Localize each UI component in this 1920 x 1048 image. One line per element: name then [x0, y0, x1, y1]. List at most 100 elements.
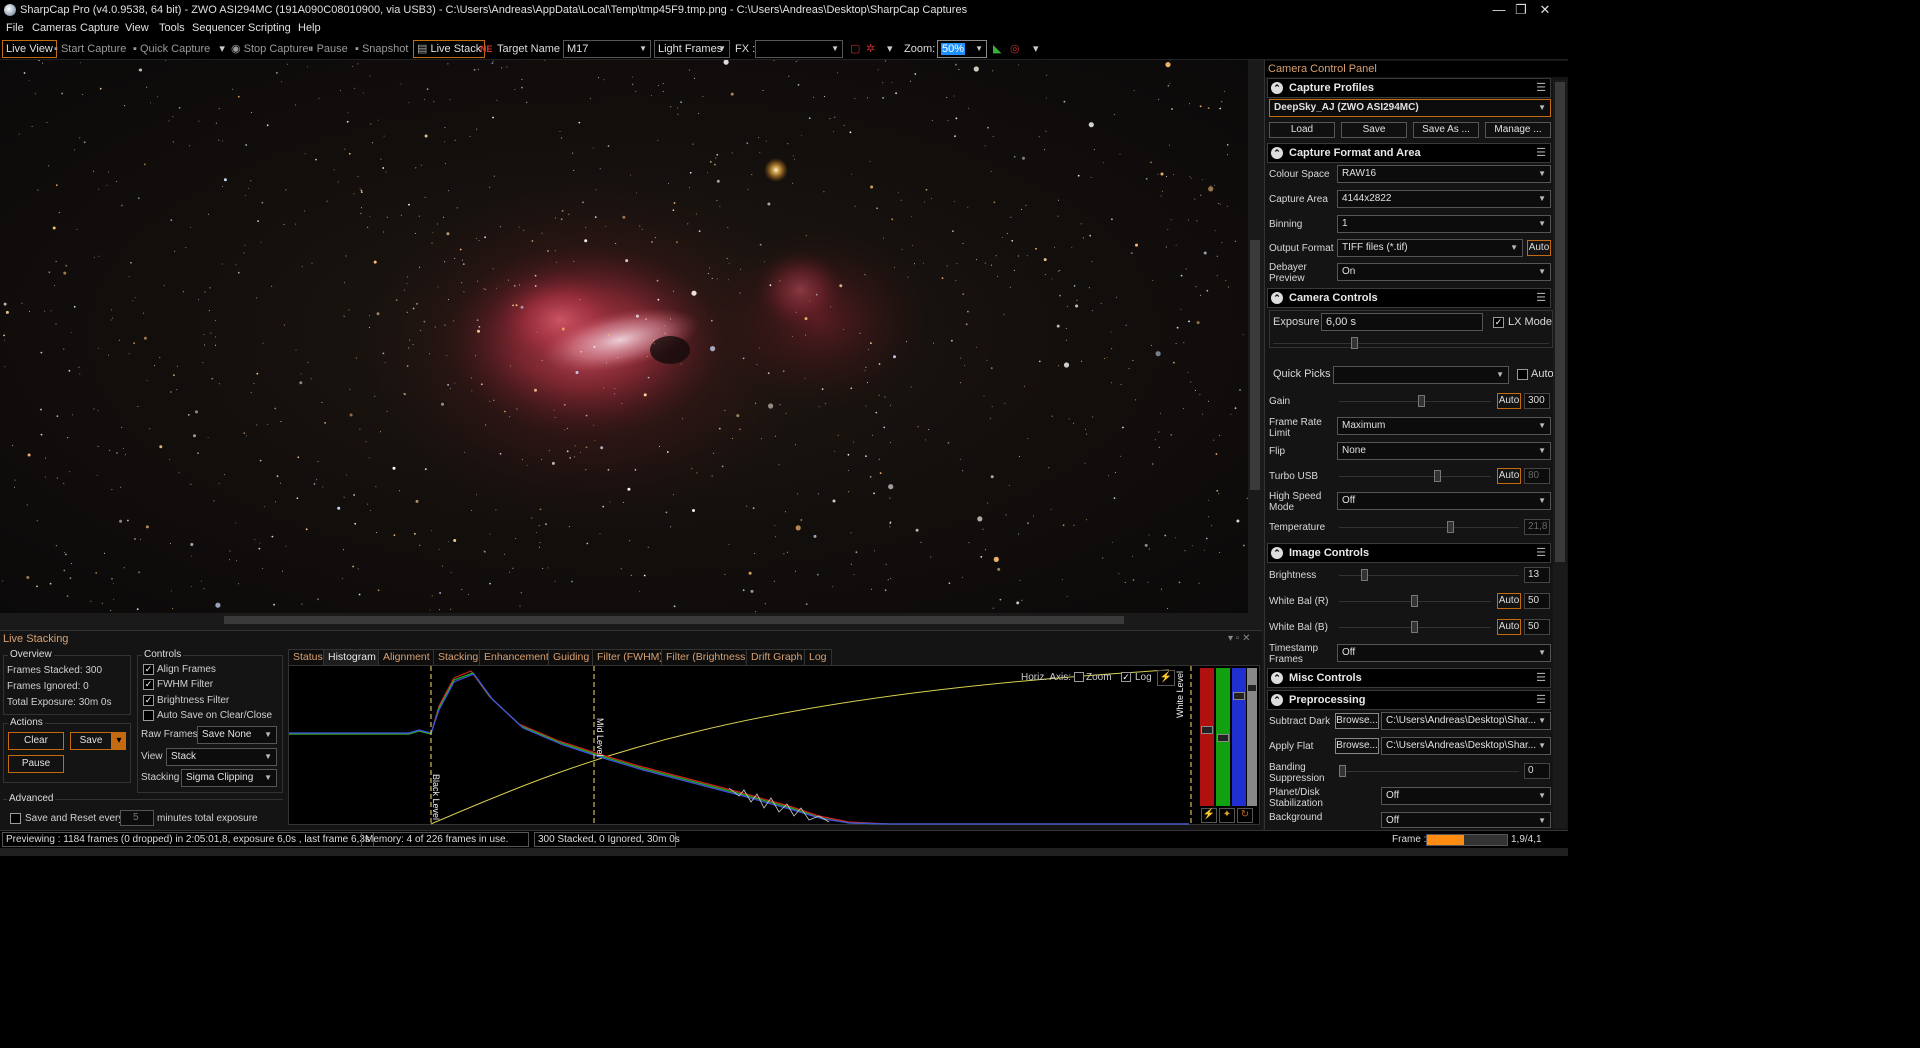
banding-suppression-value[interactable]: 0 [1524, 763, 1550, 779]
raw-frames-combo[interactable]: Save None ▼ [197, 726, 277, 744]
frame-type-combo[interactable]: Light Frames ▼ [654, 40, 730, 58]
start-capture-button[interactable]: ▪ Start Capture [54, 41, 126, 57]
profile-load-button[interactable]: Load [1269, 122, 1335, 138]
profile-save-button[interactable]: Save [1341, 122, 1407, 138]
slider-knob[interactable] [1418, 395, 1425, 407]
menu-capture[interactable]: Capture [80, 22, 119, 34]
profile-save-as-button[interactable]: Save As ... [1413, 122, 1479, 138]
capture-format-header[interactable]: ⌃ Capture Format and Area ☰ [1267, 143, 1551, 163]
lx-mode-checkbox[interactable]: ✓ [1493, 317, 1504, 328]
log-checkbox[interactable]: ✓ [1121, 672, 1131, 682]
scroll-thumb[interactable] [1555, 82, 1565, 562]
flip-combo[interactable]: None ▼ [1337, 442, 1551, 460]
white-bal-r-auto-button[interactable]: Auto [1497, 593, 1521, 609]
histogram-icon[interactable]: ◣ [993, 41, 1001, 57]
turbo-usb-value[interactable]: 80 [1524, 468, 1550, 484]
hamburger-icon[interactable]: ☰ [1536, 144, 1546, 162]
binning-combo[interactable]: 1 ▼ [1337, 215, 1551, 233]
panel-pin-icon[interactable]: ▾ ▫ ✕ [1228, 633, 1251, 644]
blue-level-knob[interactable] [1233, 692, 1245, 700]
gain-slider[interactable] [1339, 395, 1491, 407]
hamburger-icon[interactable]: ☰ [1536, 289, 1546, 307]
camera-controls-header[interactable]: ⌃ Camera Controls ☰ [1267, 288, 1551, 308]
tab-drift-graph[interactable]: Drift Graph [746, 649, 808, 666]
brightness-filter-checkbox[interactable]: ✓ [143, 695, 154, 706]
collapse-icon[interactable]: ⌃ [1271, 292, 1283, 304]
panel-scrollbar[interactable] [1553, 80, 1567, 828]
gain-auto-button[interactable]: Auto [1497, 393, 1521, 409]
turbo-usb-slider[interactable] [1339, 470, 1491, 482]
quick-picks-auto-checkbox[interactable] [1517, 369, 1528, 380]
slider-knob[interactable] [1351, 337, 1358, 349]
menu-help[interactable]: Help [298, 22, 321, 34]
green-level-knob[interactable] [1217, 734, 1229, 742]
stack-pause-button[interactable]: Pause [8, 755, 64, 773]
exposure-slider[interactable] [1273, 337, 1549, 349]
menu-file[interactable]: File [6, 22, 24, 34]
profile-manage-button[interactable]: Manage ... [1485, 122, 1551, 138]
frame-rate-combo[interactable]: Maximum ▼ [1337, 417, 1551, 435]
menu-sequencer[interactable]: Sequencer [192, 22, 245, 34]
image-horizontal-scrollbar[interactable] [0, 613, 1262, 627]
blue-level-bar[interactable] [1232, 668, 1246, 806]
slider-knob[interactable] [1411, 595, 1418, 607]
output-format-combo[interactable]: TIFF files (*.tif) ▼ [1337, 239, 1523, 257]
auto-save-checkbox[interactable] [143, 710, 154, 721]
menu-view[interactable]: View [125, 22, 149, 34]
tab-filter-brightness[interactable]: Filter (Brightness) [661, 649, 754, 666]
capture-profiles-header[interactable]: ⌃ Capture Profiles ☰ [1267, 78, 1551, 98]
stack-save-button[interactable]: Save [70, 732, 112, 750]
collapse-icon[interactable]: ⌃ [1271, 672, 1283, 684]
stop-capture-button[interactable]: ◉ Stop Capture [231, 41, 308, 57]
timestamp-frames-combo[interactable]: Off ▼ [1337, 644, 1551, 662]
tab-status[interactable]: Status [288, 649, 328, 666]
white-bal-r-slider[interactable] [1339, 595, 1491, 607]
stack-clear-button[interactable]: Clear [8, 732, 64, 750]
capture-area-combo[interactable]: 4144x2822 ▼ [1337, 190, 1551, 208]
slider-knob[interactable] [1411, 621, 1418, 633]
capture-profile-combo[interactable]: DeepSky_AJ (ZWO ASI294MC) ▼ [1269, 99, 1551, 117]
save-dropdown-button[interactable]: ▾ [112, 732, 126, 750]
banding-suppression-slider[interactable] [1339, 765, 1519, 777]
white-bal-b-slider[interactable] [1339, 621, 1491, 633]
tab-enhancement[interactable]: Enhancement [479, 649, 554, 666]
hamburger-icon[interactable]: ☰ [1536, 79, 1546, 97]
flash-icon[interactable]: ⚡ [1201, 808, 1217, 823]
menu-tools[interactable]: Tools [159, 22, 185, 34]
image-vertical-scrollbar[interactable] [1248, 60, 1262, 613]
collapse-icon[interactable]: ⌃ [1271, 547, 1283, 559]
tab-alignment[interactable]: Alignment [378, 649, 435, 666]
background-subtraction-combo[interactable]: Off ▼ [1381, 812, 1551, 828]
collapse-icon[interactable]: ⌃ [1271, 694, 1283, 706]
menu-cameras[interactable]: Cameras [32, 22, 77, 34]
auto-stretch-icon[interactable]: ⚡ [1157, 670, 1175, 686]
apply-flat-combo[interactable]: C:\Users\Andreas\Desktop\Shar... ▼ [1381, 737, 1551, 755]
menu-scripting[interactable]: Scripting [248, 22, 291, 34]
scroll-thumb[interactable] [224, 616, 1124, 624]
turbo-usb-auto-button[interactable]: Auto [1497, 468, 1521, 484]
minutes-stepper[interactable]: 5 [120, 810, 154, 826]
hamburger-icon[interactable]: ☰ [1536, 669, 1546, 687]
align-frames-checkbox[interactable]: ✓ [143, 664, 154, 675]
hamburger-icon[interactable]: ☰ [1536, 691, 1546, 709]
histogram-view[interactable]: Black Level Mid Level White Level Horiz.… [288, 665, 1260, 826]
brightness-slider[interactable] [1339, 569, 1519, 581]
collapse-icon[interactable]: ⌃ [1271, 82, 1283, 94]
quick-capture-button[interactable]: ▪ Quick Capture ▾ [133, 41, 225, 57]
hamburger-icon[interactable]: ☰ [1536, 544, 1546, 562]
fwhm-filter-checkbox[interactable]: ✓ [143, 679, 154, 690]
tab-filter-fwhm[interactable]: Filter (FWHM) [592, 649, 668, 666]
red-level-knob[interactable] [1201, 726, 1213, 734]
zoom-checkbox[interactable] [1074, 672, 1084, 682]
crosshair-icon[interactable]: ✲ [866, 41, 875, 57]
tab-guiding[interactable]: Guiding [548, 649, 595, 666]
slider-knob[interactable] [1339, 765, 1346, 777]
apply-flat-browse-button[interactable]: Browse... [1335, 738, 1379, 754]
planet-stabilization-combo[interactable]: Off ▼ [1381, 787, 1551, 805]
target-name-combo[interactable]: M17 ▼ [563, 40, 651, 58]
stacking-combo[interactable]: Sigma Clipping ▼ [181, 769, 277, 787]
selection-rect-icon[interactable]: ▢ [850, 41, 860, 57]
view-combo[interactable]: Stack ▼ [166, 748, 277, 766]
fx-combo[interactable]: ▼ [755, 40, 843, 58]
gain-value[interactable]: 300 [1524, 393, 1550, 409]
